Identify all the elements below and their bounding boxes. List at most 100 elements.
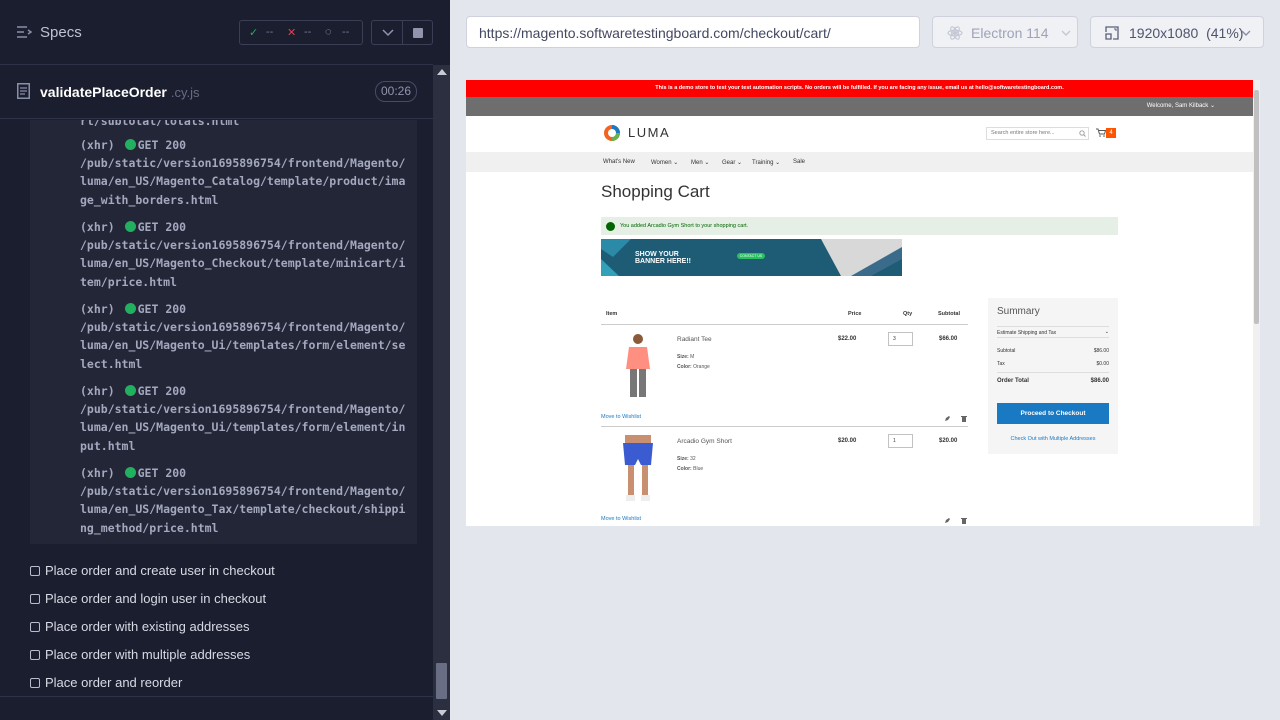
nav-item[interactable]: Gear ⌄ [722,159,742,166]
log-entry-header[interactable]: (xhr) GET 200 [80,302,186,316]
reporter-panel: Specs ✓ -- ✕ -- ◌ -- validatePlaceOrder.… [0,0,450,720]
url-bar[interactable]: https://magento.softwaretestingboard.com… [466,16,920,48]
product-name[interactable]: Arcadio Gym Short [677,438,732,445]
page-title: Shopping Cart [601,182,710,201]
store-nav: What's New Women ⌄ Men ⌄ Gear ⌄ Training ⌄ Sa… [466,152,1253,172]
move-to-wishlist-link[interactable]: Move to Wishlist [601,516,641,522]
promo-banner[interactable]: SHOW YOUR BANNER HERE!! CONTACT US [601,239,902,276]
specs-label[interactable]: Specs [40,24,82,41]
store-search-input[interactable]: Search entire store here... [986,127,1089,140]
contact-us-button[interactable]: CONTACT US [737,253,765,259]
log-entry-url: luma/en_US/Magento_Catalog/template/prod… [80,174,406,189]
stop-icon [413,28,423,38]
nav-item[interactable]: Men ⌄ [691,159,709,166]
proceed-to-checkout-button[interactable]: Proceed to Checkout [997,403,1109,424]
move-to-wishlist-link[interactable]: Move to Wishlist [601,414,641,420]
browser-selector[interactable]: Electron 114 [932,16,1078,48]
qty-input[interactable]: 1 [888,434,913,448]
success-check-icon [606,222,615,231]
summary-subtotal: Subtotal $86.00 [997,348,1109,354]
item-subtotal: $66.00 [939,336,958,342]
viewport-icon [1105,26,1119,40]
viewport-label: 1920x1080 (41%) [1129,25,1244,41]
chevron-down-button[interactable] [371,20,403,45]
reporter-scrollbar[interactable] [433,65,450,720]
electron-icon [947,26,963,40]
checkbox-icon [30,594,40,604]
cart-icon[interactable] [1096,128,1106,137]
nav-item[interactable]: Sale [793,159,805,165]
aut-scrollbar[interactable] [1253,80,1260,526]
spec-duration: 00:26 [375,81,417,102]
luma-logo-icon[interactable] [603,124,621,142]
nav-item[interactable]: Training ⌄ [752,159,780,166]
status-dot-icon [124,139,136,150]
delete-icon[interactable] [961,415,967,422]
order-summary: Summary Estimate Shipping and Tax ⌄ Subto… [988,298,1118,454]
scroll-thumb[interactable] [436,663,447,699]
browser-label: Electron 114 [971,25,1049,41]
failed-count: -- [304,26,312,38]
app-under-test[interactable]: This is a demo store to test your test a… [466,80,1259,526]
col-price: Price [848,311,862,317]
product-color: Color: Blue [677,466,704,472]
passed-count: -- [266,26,274,38]
delete-icon[interactable] [961,517,967,524]
log-entry-header[interactable]: (xhr) GET 200 [80,466,186,480]
status-dot-icon [124,221,136,232]
specs-menu-icon[interactable] [16,25,32,39]
luma-logo-text[interactable]: LUMA [628,125,670,140]
checkbox-icon [30,650,40,660]
multi-address-checkout-link[interactable]: Check Out with Multiple Addresses [988,436,1118,442]
product-name[interactable]: Radiant Tee [677,336,712,343]
nav-item[interactable]: Women ⌄ [651,159,678,166]
command-log[interactable]: rt/subtotal/totals.html (xhr) GET 200/pub… [30,120,417,544]
scroll-down-icon[interactable] [437,710,447,716]
cross-icon: ✕ [287,27,297,39]
product-image[interactable] [621,333,655,401]
col-item: Item [606,311,618,317]
log-entry-url: /pub/static/version1695896754/frontend/M… [80,238,406,253]
product-size: Size: 32 [677,456,696,462]
status-dot-icon [124,385,136,396]
test-title: Place order with multiple addresses [45,647,251,662]
estimate-shipping-toggle[interactable]: Estimate Shipping and Tax ⌄ [997,326,1109,338]
log-entry-header[interactable]: (xhr) GET 200 [80,384,186,398]
status-dot-icon [124,303,136,314]
log-entry-url: /pub/static/version1695896754/frontend/M… [80,156,406,171]
log-entry-url: luma/en_US/Magento_Ui/templates/form/ele… [80,338,406,353]
cart-count-badge[interactable]: 4 [1106,128,1116,138]
chevron-down-icon [1061,30,1071,36]
aut-scroll-thumb[interactable] [1254,90,1259,324]
test-title: Place order with existing addresses [45,619,250,634]
welcome-message[interactable]: Welcome, Sam Kilback ⌄ [1147,102,1215,109]
log-entry-url: /pub/static/version1695896754/frontend/M… [80,320,406,335]
qty-input[interactable]: 3 [888,332,913,346]
welcome-bar: Welcome, Sam Kilback ⌄ [466,97,1253,116]
product-size: Size: M [677,354,695,360]
search-icon[interactable] [1079,130,1086,137]
viewport-selector[interactable]: 1920x1080 (41%) [1090,16,1264,48]
col-subtotal: Subtotal [938,311,960,317]
log-entry-url: lect.html [80,356,143,371]
item-price: $22.00 [838,336,857,342]
spec-row[interactable]: validatePlaceOrder .cy.js [0,66,433,119]
edit-icon[interactable] [944,517,951,524]
chevron-down-icon [1241,30,1251,36]
item-subtotal: $20.00 [939,438,958,444]
item-price: $20.00 [838,438,857,444]
edit-icon[interactable] [944,415,951,422]
scroll-up-icon[interactable] [437,69,447,75]
nav-item[interactable]: What's New [603,159,635,165]
demo-banner: This is a demo store to test your test a… [466,80,1253,97]
product-image[interactable] [619,435,657,503]
checkbox-icon [30,622,40,632]
test-stats: ✓ -- ✕ -- ◌ -- [239,20,363,45]
log-entry-header[interactable]: (xhr) GET 200 [80,220,186,234]
log-entry-url: luma/en_US/Magento_Tax/template/checkout… [80,502,406,517]
log-entry-header[interactable]: (xhr) GET 200 [80,138,186,152]
stop-button[interactable] [403,20,433,45]
pending-count: -- [342,26,350,38]
log-entry-url: ng_method/price.html [80,520,219,535]
log-entry-url: tem/price.html [80,274,177,289]
